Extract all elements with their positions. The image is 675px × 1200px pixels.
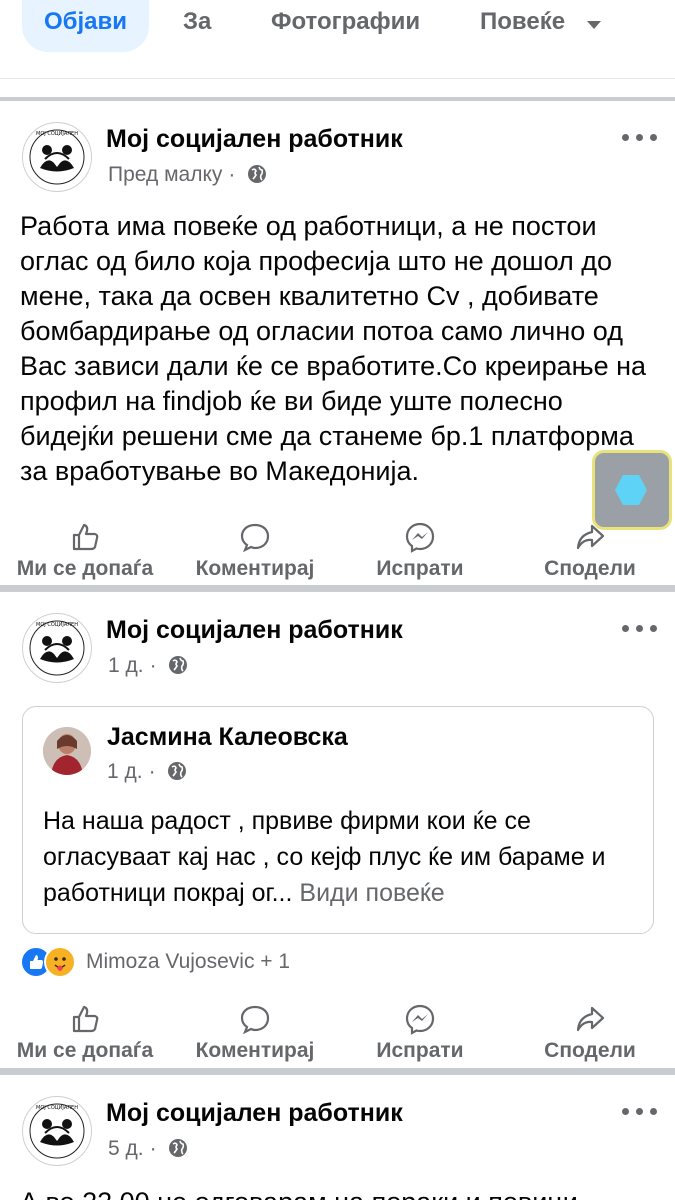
shared-post-card[interactable]: Јасмина Калеовска 1 д. · На наша радост ,… [22,706,654,934]
messenger-icon [404,521,436,553]
post-meta: 5 д. · [108,1137,188,1164]
comment-button[interactable]: Коментирај [180,521,330,581]
see-more-link[interactable]: Види повеќе [299,879,444,907]
send-button[interactable]: Испрати [350,521,490,581]
shared-text: На наша радост , првиве фирми кои ќе се … [43,807,606,907]
post-separator [0,585,675,592]
comment-button[interactable]: Коментирај [180,1003,330,1063]
globe-icon [247,164,267,190]
post-separator [0,1068,675,1075]
floating-assistive-button[interactable] [592,450,672,530]
post-time[interactable]: 1 д. [108,654,144,677]
tab-about[interactable]: За [183,0,211,52]
post-body: Работа има повеќе од работници, а не пос… [20,211,647,486]
send-button[interactable]: Испрати [350,1003,490,1063]
reactors-names: Mimoza Vujosevic + 1 [86,950,291,973]
caret-down-icon [586,1,602,45]
comment-icon [239,1003,271,1035]
like-button[interactable]: Ми се допаѓа [0,521,170,581]
page-tabs: Објави За Фотографии Повеќе [0,0,675,79]
shared-time[interactable]: 1 д. [107,760,143,783]
post-author[interactable]: Мој социјален работник [106,616,403,645]
post-meta: Пред малку · [108,163,267,190]
tab-more[interactable]: Повеќе [480,0,602,52]
svg-text:МОЈ СОЦИЈАЛЕН: МОЈ СОЦИЈАЛЕН [36,131,78,137]
messenger-icon [404,1003,436,1035]
page-avatar[interactable]: МОЈ СОЦИЈАЛЕН [22,613,92,683]
post: МОЈ СОЦИЈАЛЕН Мој социјален работник 5 д… [0,1075,675,1200]
post-meta: 1 д. · [108,654,188,681]
globe-icon [168,655,188,681]
tab-posts[interactable]: Објави [22,0,150,52]
more-icon[interactable] [622,1104,658,1118]
post: МОЈ СОЦИЈАЛЕН Мој социјален работник Пре… [0,101,675,586]
tab-photos[interactable]: Фотографии [271,0,420,52]
svg-text:МОЈ СОЦИЈАЛЕН: МОЈ СОЦИЈАЛЕН [36,1105,78,1111]
like-button[interactable]: Ми се допаѓа [0,1003,170,1063]
page-avatar[interactable]: МОЈ СОЦИЈАЛЕН [22,1096,92,1166]
shared-author[interactable]: Јасмина Калеовска [107,723,348,752]
post-time[interactable]: 5 д. [108,1137,144,1160]
shared-meta: 1 д. · [107,760,187,787]
share-button[interactable]: Сподели [520,1003,660,1063]
like-icon [69,1003,101,1035]
care-reaction-icon [44,946,76,978]
share-icon [574,1003,606,1035]
post-time[interactable]: Пред малку [108,163,222,186]
globe-icon [167,761,187,787]
more-icon[interactable] [622,130,658,144]
more-icon[interactable] [622,621,658,635]
comment-icon [239,521,271,553]
globe-icon [168,1138,188,1164]
post-body: А во 22.00 не одговарам на пораки и пови… [20,1185,660,1200]
svg-text:МОЈ СОЦИЈАЛЕН: МОЈ СОЦИЈАЛЕН [36,622,78,628]
post-author[interactable]: Мој социјален работник [106,1099,403,1128]
like-icon [69,521,101,553]
hexagon-icon [615,475,647,505]
shared-author-avatar[interactable] [43,727,91,775]
page-avatar[interactable]: МОЈ СОЦИЈАЛЕН [22,122,92,192]
post-author[interactable]: Мој социјален работник [106,125,403,154]
